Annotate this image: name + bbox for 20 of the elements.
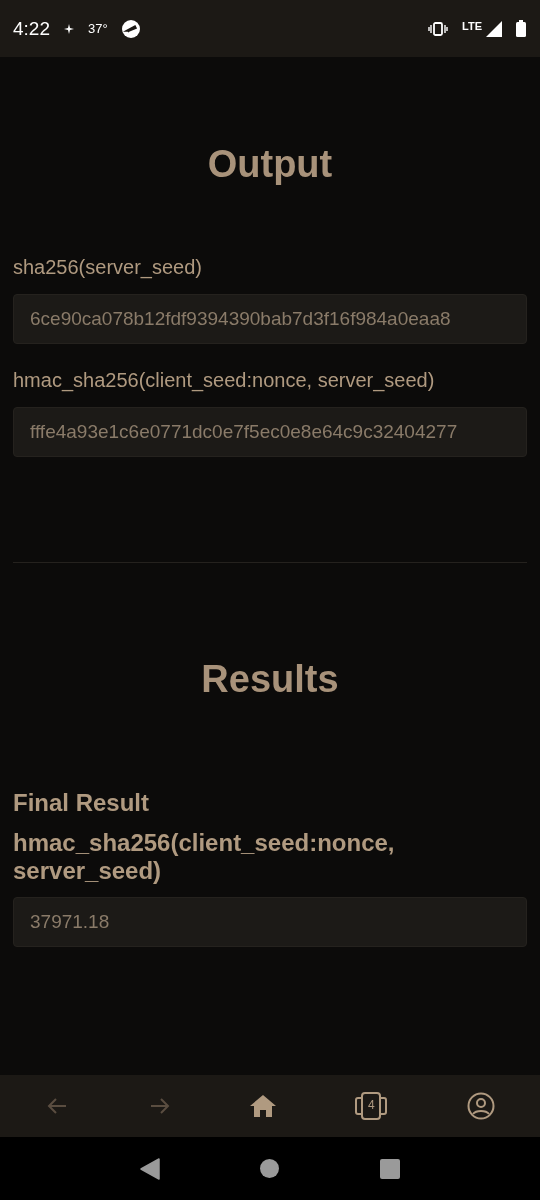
sparkle-icon [64, 23, 74, 34]
section-heading: Output [206, 142, 334, 186]
result-heading: Final Result [13, 789, 151, 817]
network-type: LTE [462, 19, 482, 32]
hash-field[interactable]: fffe4a93e1c6e0771dc0e7f5ec0e8e64c9c32404277 [13, 407, 527, 457]
temperature-text: 37° [88, 21, 108, 36]
status-time: 4:22 [13, 17, 50, 40]
vibrate-icon [428, 21, 449, 36]
hash-field[interactable]: 6ce90ca078b12fdf9394390bab7d3f16f984a0eaa8 [13, 294, 527, 344]
signal-icon [486, 20, 502, 37]
recents-icon[interactable] [379, 1158, 400, 1179]
battery-icon [516, 20, 526, 37]
field-label: sha256(server_seed) [13, 255, 203, 279]
tabs-button[interactable]: 4 [348, 1086, 395, 1126]
section-heading: Results [200, 657, 340, 701]
back-icon[interactable] [140, 1157, 161, 1180]
result-field[interactable]: 37971.18 [13, 897, 527, 947]
home-icon[interactable] [260, 1159, 280, 1178]
field-label: hmac_sha256(client_seed:nonce, server_seed) [13, 368, 436, 392]
result-label: hmac_sha256(client_seed:nonce, server_seed) [13, 829, 396, 885]
